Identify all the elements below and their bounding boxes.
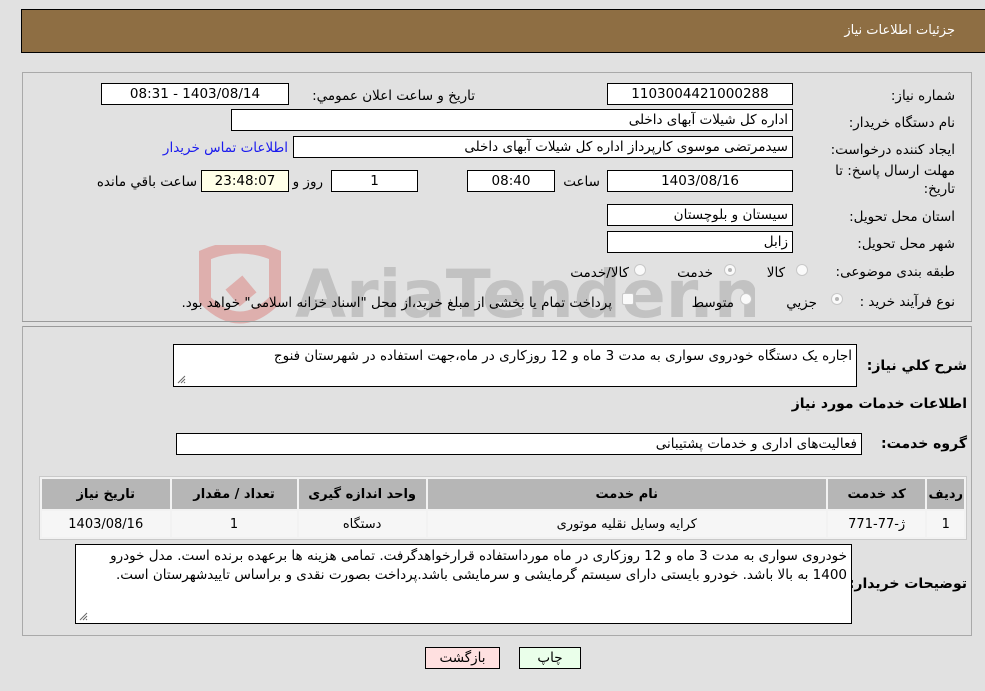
general-desc-text: اجاره یک دستگاه خودروی سواری به مدت 3 ما… (273, 348, 852, 364)
purchase-process-label: نوع فرآیند خرید : (859, 294, 955, 310)
services-table: رديف کد خدمت نام خدمت واحد اندازه گیری ت… (39, 476, 967, 540)
page-title: جزئیات اطلاعات نیاز (844, 23, 955, 38)
table-row: 1 ژ-77-771 کرایه وسایل نقلیه موتوری دستگ… (42, 511, 964, 537)
province-field: سیستان و بلوچستان (607, 204, 793, 226)
category-radio-service[interactable] (724, 264, 736, 276)
requester-field: سیدمرتضی موسوی کارپرداز اداره کل شیلات آ… (293, 136, 793, 158)
cell-service-code: ژ-77-771 (827, 511, 926, 537)
deadline-label-2: تاريخ: (923, 181, 955, 197)
col-row-number: رديف (927, 479, 964, 509)
deadline-date-field: 1403/08/16 (607, 170, 793, 192)
process-option-minor: جزيي (786, 295, 817, 311)
need-number-label: شماره نیاز: (890, 88, 955, 104)
print-button[interactable]: چاپ (519, 647, 581, 669)
service-group-label: گروه خدمت: (881, 436, 967, 452)
process-radio-minor[interactable] (831, 293, 843, 305)
announce-datetime-label: تاریخ و ساعت اعلان عمومي: (312, 88, 475, 104)
buyer-notes-label: توضیحات خریدار: (848, 576, 967, 592)
treasury-bonds-checkbox[interactable] (622, 293, 634, 305)
table-header-row: رديف کد خدمت نام خدمت واحد اندازه گیری ت… (42, 479, 964, 509)
deadline-time-label: ساعت (563, 174, 600, 190)
col-service-name: نام خدمت (427, 479, 826, 509)
time-remaining-label: ساعت باقي مانده (96, 174, 197, 190)
city-label: شهر محل تحویل: (857, 236, 955, 252)
deadline-label: مهلت ارسال پاسخ: تا (835, 163, 955, 179)
resize-grip-icon[interactable] (78, 611, 88, 621)
buyer-contact-link[interactable]: اطلاعات تماس خریدار (163, 140, 288, 156)
general-desc-label: شرح کلي نياز: (866, 358, 967, 374)
cell-quantity: 1 (171, 511, 297, 537)
requester-label: ایجاد کننده درخواست: (830, 142, 955, 158)
category-option-goods-service: کالا/خدمت (570, 265, 629, 281)
category-option-goods: کالا (766, 265, 785, 281)
deadline-time-field: 08:40 (467, 170, 555, 192)
col-quantity: تعداد / مقدار (171, 479, 297, 509)
buyer-notes-textarea[interactable]: خودروی سواری به مدت 3 ماه و 12 روزکاری د… (75, 544, 852, 624)
services-section-title: اطلاعات خدمات مورد نیاز (791, 396, 967, 412)
cell-service-name: کرایه وسایل نقلیه موتوری (427, 511, 826, 537)
col-need-date: تاريخ نياز (42, 479, 170, 509)
days-label: روز و (292, 174, 323, 190)
category-label: طبقه بندی موضوعی: (835, 264, 955, 280)
buyer-notes-text: خودروی سواری به مدت 3 ماه و 12 روزکاری د… (110, 548, 847, 583)
back-button[interactable]: بازگشت (425, 647, 500, 669)
cell-row-number: 1 (927, 511, 964, 537)
need-number-field: 1103004421000288 (607, 83, 793, 105)
resize-grip-icon[interactable] (176, 374, 186, 384)
time-remaining-field: 23:48:07 (201, 170, 289, 192)
category-radio-goods[interactable] (796, 264, 808, 276)
announce-datetime-field: 1403/08/14 - 08:31 (101, 83, 289, 105)
buyer-org-field: اداره کل شیلات آبهای داخلی (231, 109, 793, 131)
divider (22, 321, 972, 322)
days-remaining-field: 1 (331, 170, 418, 192)
page-header: جزئیات اطلاعات نیاز (21, 9, 985, 53)
service-group-field: فعالیت‌های اداری و خدمات پشتیبانی (176, 433, 862, 455)
general-desc-textarea[interactable]: اجاره یک دستگاه خودروی سواری به مدت 3 ما… (173, 344, 857, 387)
city-field: زابل (607, 231, 793, 253)
col-unit: واحد اندازه گیری (298, 479, 426, 509)
province-label: استان محل تحویل: (849, 209, 955, 225)
category-radio-goods-service[interactable] (634, 264, 646, 276)
cell-unit: دستگاه (298, 511, 426, 537)
col-service-code: کد خدمت (827, 479, 926, 509)
process-radio-medium[interactable] (740, 293, 752, 305)
process-option-medium: متوسط (691, 295, 734, 311)
category-option-service: خدمت (677, 265, 713, 281)
treasury-bonds-label: پرداخت تمام یا بخشی از مبلغ خرید،از محل … (181, 295, 612, 311)
buyer-org-label: نام دستگاه خريدار: (848, 115, 955, 131)
cell-need-date: 1403/08/16 (42, 511, 170, 537)
